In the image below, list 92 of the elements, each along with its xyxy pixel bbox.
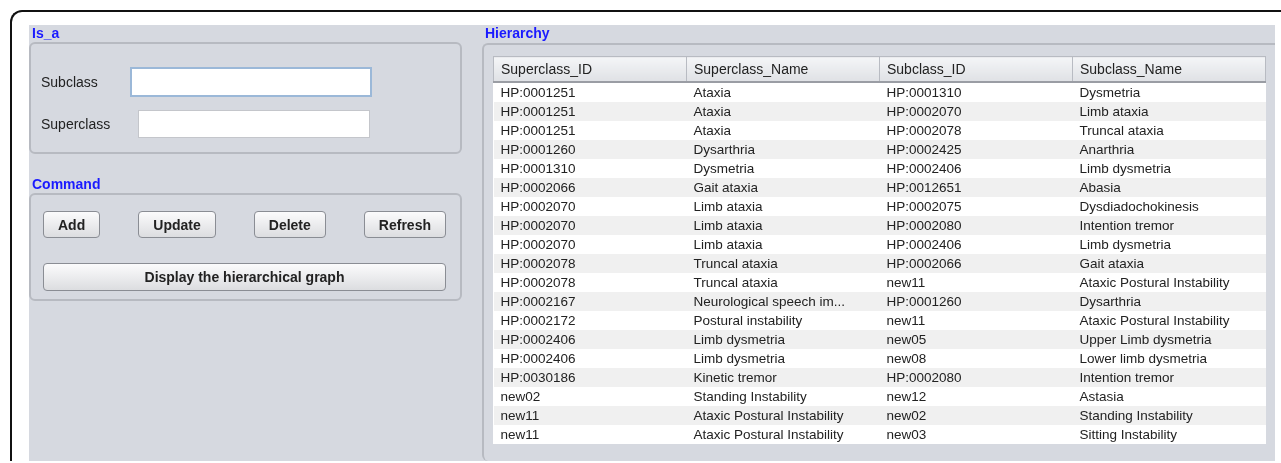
table-cell: Ataxia: [686, 82, 880, 102]
table-cell: HP:0002425: [879, 140, 1073, 159]
table-cell: Gait ataxia: [686, 178, 880, 197]
table-cell: Dysarthria: [1072, 292, 1266, 311]
table-cell: Abasia: [1072, 178, 1266, 197]
command-button[interactable]: Refresh: [363, 211, 446, 238]
table-cell: Gait ataxia: [1072, 254, 1266, 273]
table-cell: new11: [493, 406, 687, 425]
table-cell: HP:0001310: [879, 82, 1073, 102]
table-cell: HP:0002070: [493, 216, 687, 235]
table-cell: HP:0002070: [493, 197, 687, 216]
table-cell: Postural instability: [686, 311, 880, 330]
table-cell: Intention tremor: [1072, 216, 1266, 235]
table-cell: Limb dysmetria: [686, 349, 880, 368]
table-cell: HP:0030186: [493, 368, 687, 387]
table-cell: Standing Instability: [686, 387, 880, 406]
table-cell: Limb ataxia: [686, 197, 880, 216]
table-cell: HP:0002075: [879, 197, 1073, 216]
column-header[interactable]: Superclass_Name: [686, 56, 880, 82]
table-cell: Truncal ataxia: [686, 254, 880, 273]
table-cell: Ataxia: [686, 102, 880, 121]
table-cell: HP:0012651: [879, 178, 1073, 197]
command-button[interactable]: Add: [43, 211, 101, 238]
graph-button[interactable]: Display the hierarchical graph: [43, 263, 446, 291]
table-cell: HP:0002406: [879, 159, 1073, 178]
table-cell: Limb ataxia: [686, 235, 880, 254]
table-cell: Ataxic Postural Instability: [1072, 273, 1266, 292]
table-cell: Sitting Instability: [1072, 425, 1266, 444]
table-cell: Kinetic tremor: [686, 368, 880, 387]
table-cell: HP:0002070: [493, 235, 687, 254]
table-cell: Dysmetria: [1072, 82, 1266, 102]
table-cell: HP:0002070: [879, 102, 1073, 121]
input-field[interactable]: [130, 67, 372, 97]
table-cell: HP:0002080: [879, 368, 1073, 387]
table-cell: new05: [879, 330, 1073, 349]
field-label: Subclass: [41, 74, 99, 90]
table-cell: Neurological speech im...: [686, 292, 880, 311]
table-cell: HP:0002078: [493, 254, 687, 273]
table-cell: HP:0001260: [879, 292, 1073, 311]
table-cell: HP:0002406: [493, 349, 687, 368]
table-cell: Astasia: [1072, 387, 1266, 406]
table-cell: Standing Instability: [1072, 406, 1266, 425]
table-cell: HP:0002078: [493, 273, 687, 292]
table-cell: HP:0002172: [493, 311, 687, 330]
table-cell: Lower limb dysmetria: [1072, 349, 1266, 368]
table-cell: HP:0001310: [493, 159, 687, 178]
table-cell: Limb dysmetria: [1072, 159, 1266, 178]
table-cell: Truncal ataxia: [686, 273, 880, 292]
table-cell: HP:0001251: [493, 121, 687, 140]
table-cell: HP:0001251: [493, 82, 687, 102]
table-cell: new11: [493, 425, 687, 444]
field-label: Superclass: [41, 116, 112, 132]
table-cell: Limb dysmetria: [686, 330, 880, 349]
table-cell: Limb ataxia: [1072, 102, 1266, 121]
table-cell: Upper Limb dysmetria: [1072, 330, 1266, 349]
table-cell: Intention tremor: [1072, 368, 1266, 387]
command-button[interactable]: Delete: [253, 211, 326, 238]
table-cell: Dysmetria: [686, 159, 880, 178]
input-field[interactable]: [138, 110, 370, 138]
table-cell: Anarthria: [1072, 140, 1266, 159]
table-cell: HP:0002078: [879, 121, 1073, 140]
table-cell: new08: [879, 349, 1073, 368]
table-cell: HP:0002066: [493, 178, 687, 197]
table-cell: HP:0002167: [493, 292, 687, 311]
table-cell: Ataxia: [686, 121, 880, 140]
group-title: Command: [31, 176, 101, 192]
group-title: Is_a: [31, 25, 60, 41]
table-cell: Ataxic Postural Instability: [686, 425, 880, 444]
table-cell: HP:0002406: [879, 235, 1073, 254]
column-header[interactable]: Subclass_Name: [1072, 56, 1266, 82]
table-cell: Ataxic Postural Instability: [686, 406, 880, 425]
table-cell: new02: [879, 406, 1073, 425]
group-title: Hierarchy: [484, 25, 550, 41]
table-cell: Limb dysmetria: [1072, 235, 1266, 254]
table-cell: HP:0002406: [493, 330, 687, 349]
table-cell: HP:0002080: [879, 216, 1073, 235]
table-cell: Dysdiadochokinesis: [1072, 197, 1266, 216]
table-cell: HP:0001260: [493, 140, 687, 159]
table-cell: HP:0001251: [493, 102, 687, 121]
table-cell: HP:0002066: [879, 254, 1073, 273]
command-button[interactable]: Update: [138, 211, 216, 238]
column-header[interactable]: Superclass_ID: [493, 56, 687, 82]
table-cell: new11: [879, 311, 1073, 330]
column-header[interactable]: Subclass_ID: [879, 56, 1073, 82]
table-cell: new03: [879, 425, 1073, 444]
table-cell: new12: [879, 387, 1073, 406]
table-cell: Ataxic Postural Instability: [1072, 311, 1266, 330]
table-cell: Limb ataxia: [686, 216, 880, 235]
table-cell: Truncal ataxia: [1072, 121, 1266, 140]
table-cell: Dysarthria: [686, 140, 880, 159]
table-cell: new02: [493, 387, 687, 406]
table-cell: new11: [879, 273, 1073, 292]
